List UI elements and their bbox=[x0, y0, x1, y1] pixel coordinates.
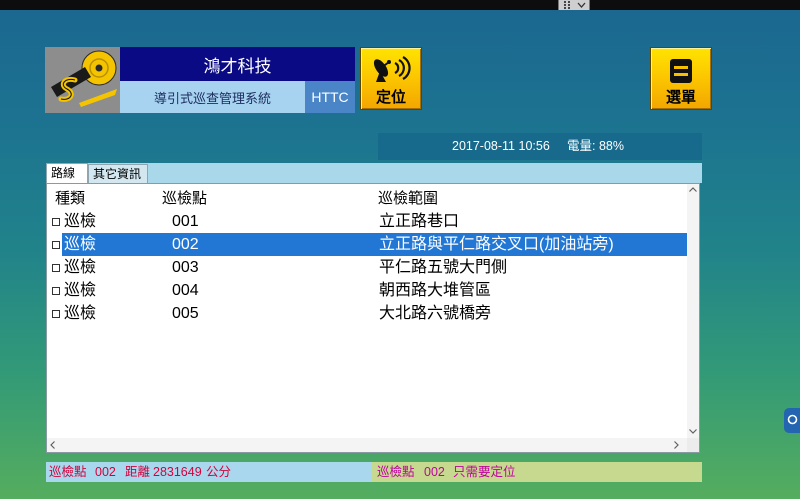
cell-area: 立正路巷口 bbox=[379, 213, 460, 230]
cell-checkpoint: 001 bbox=[172, 213, 199, 230]
cell-checkpoint: 003 bbox=[172, 259, 199, 276]
scroll-up-icon[interactable] bbox=[689, 187, 697, 192]
datetime: 2017-08-11 10:56 bbox=[452, 139, 550, 153]
footer-right-message: 只需要定位 bbox=[453, 465, 516, 479]
cell-type: 巡檢 bbox=[64, 305, 97, 322]
row-content[interactable]: 巡檢 001 立正路巷口 bbox=[62, 210, 688, 233]
chevron-down-icon bbox=[577, 2, 586, 8]
grip-icon bbox=[564, 1, 570, 9]
locate-status: 巡檢點 002 只需要定位 bbox=[372, 462, 702, 482]
cell-type: 巡檢 bbox=[64, 259, 97, 276]
horizontal-scrollbar[interactable] bbox=[47, 438, 687, 452]
cell-type: 巡檢 bbox=[64, 213, 97, 230]
cell-type: 巡檢 bbox=[64, 236, 97, 253]
locate-button[interactable]: 定位 bbox=[360, 47, 422, 110]
tab-other-info[interactable]: 其它資訊 bbox=[88, 164, 148, 183]
distance-value: 2831649 bbox=[153, 465, 202, 479]
scroll-left-icon[interactable] bbox=[50, 441, 55, 449]
status-bar: 2017-08-11 10:56 電量: 88% bbox=[378, 133, 702, 160]
tab-strip: 路線 其它資訊 bbox=[46, 163, 702, 183]
distance-label: 距離 bbox=[125, 465, 151, 479]
floating-widget[interactable] bbox=[784, 408, 800, 433]
table-row[interactable]: 巡檢 005 大北路六號橋旁 bbox=[47, 302, 688, 325]
checkpoint-list[interactable]: 種類 巡檢點 巡檢範圍 巡檢 001 立正路巷口 巡檢 002 立正路與平仁路交… bbox=[46, 183, 700, 453]
footer-right-label: 巡檢點 bbox=[377, 465, 415, 479]
row-content[interactable]: 巡檢 002 立正路與平仁路交叉口(加油站旁) bbox=[62, 233, 688, 256]
cell-area: 平仁路五號大門側 bbox=[379, 259, 508, 276]
scroll-right-icon[interactable] bbox=[674, 441, 679, 449]
battery-level: 電量: 88% bbox=[567, 139, 624, 153]
row-checkbox[interactable] bbox=[52, 287, 60, 295]
row-content[interactable]: 巡檢 005 大北路六號橋旁 bbox=[62, 302, 688, 325]
satellite-dish-icon bbox=[373, 56, 411, 82]
row-checkbox[interactable] bbox=[52, 241, 60, 249]
cell-checkpoint: 005 bbox=[172, 305, 199, 322]
table-row[interactable]: 巡檢 001 立正路巷口 bbox=[47, 210, 688, 233]
cell-checkpoint: 004 bbox=[172, 282, 199, 299]
circle-icon bbox=[787, 414, 798, 425]
tab-route[interactable]: 路線 bbox=[46, 163, 88, 183]
footer-left-label: 巡檢點 bbox=[49, 465, 87, 479]
top-bar bbox=[0, 0, 800, 10]
column-header-type[interactable]: 種類 bbox=[55, 189, 85, 209]
locate-button-label: 定位 bbox=[375, 89, 406, 106]
distance-status: 巡檢點 002 距離 2831649 公分 bbox=[46, 462, 372, 482]
column-header-area[interactable]: 巡檢範圍 bbox=[378, 189, 438, 209]
system-name: 導引式巡查管理系統 bbox=[120, 81, 305, 113]
cell-area: 大北路六號橋旁 bbox=[379, 305, 492, 322]
cell-checkpoint: 002 bbox=[172, 236, 199, 253]
table-row[interactable]: 巡檢 002 立正路與平仁路交叉口(加油站旁) bbox=[47, 233, 688, 256]
column-header-checkpoint[interactable]: 巡檢點 bbox=[162, 189, 207, 209]
menu-icon bbox=[670, 59, 692, 83]
menu-button-label: 選單 bbox=[665, 89, 696, 106]
window-dropdown[interactable] bbox=[558, 0, 590, 10]
row-checkbox[interactable] bbox=[52, 218, 60, 226]
company-logo bbox=[45, 47, 120, 113]
scroll-down-icon[interactable] bbox=[689, 429, 697, 434]
scrollbar-corner bbox=[687, 438, 699, 452]
cell-area: 朝西路大堆管區 bbox=[379, 282, 492, 299]
row-content[interactable]: 巡檢 003 平仁路五號大門側 bbox=[62, 256, 688, 279]
row-checkbox[interactable] bbox=[52, 264, 60, 272]
row-content[interactable]: 巡檢 004 朝西路大堆管區 bbox=[62, 279, 688, 302]
row-checkbox[interactable] bbox=[52, 310, 60, 318]
cell-area: 立正路與平仁路交叉口(加油站旁) bbox=[379, 236, 614, 253]
company-name: 鴻才科技 bbox=[120, 47, 355, 81]
distance-unit: 公分 bbox=[206, 465, 232, 479]
system-code: HTTC bbox=[305, 81, 355, 113]
table-row[interactable]: 巡檢 003 平仁路五號大門側 bbox=[47, 256, 688, 279]
vertical-scrollbar[interactable] bbox=[687, 184, 699, 438]
table-row[interactable]: 巡檢 004 朝西路大堆管區 bbox=[47, 279, 688, 302]
footer-left-point: 002 bbox=[95, 465, 116, 479]
menu-button[interactable]: 選單 bbox=[650, 47, 712, 110]
cell-type: 巡檢 bbox=[64, 282, 97, 299]
footer-right-point: 002 bbox=[424, 465, 445, 479]
